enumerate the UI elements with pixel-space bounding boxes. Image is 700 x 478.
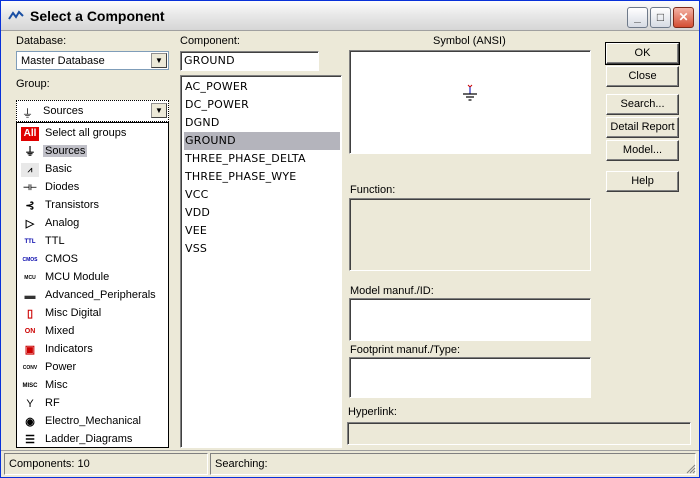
list-item[interactable]: VCC <box>184 186 340 204</box>
component-input[interactable]: GROUND <box>180 51 319 71</box>
cmos-icon: CMOS <box>22 257 38 263</box>
group-item-transistors[interactable]: ⊰ Transistors <box>17 197 167 215</box>
database-value: Master Database <box>21 55 105 67</box>
group-item-cmos[interactable]: CMOS CMOS <box>17 251 167 269</box>
function-field <box>349 198 591 271</box>
group-select[interactable]: ⏚ Sources ▼ <box>16 100 169 122</box>
group-item-mixed[interactable]: ON Mixed <box>17 323 167 341</box>
symbol-label: Symbol (ANSI) <box>433 35 506 47</box>
mcu-icon: MCU <box>24 275 36 281</box>
relay-icon: ◉ <box>25 416 35 428</box>
search-button[interactable]: Search... <box>606 94 679 115</box>
searching-field: Searching: <box>210 453 696 475</box>
group-value: Sources <box>43 105 84 117</box>
transistor-icon: ⊰ <box>25 200 35 212</box>
component-list[interactable]: AC_POWER DC_POWER DGND GROUND THREE_PHAS… <box>180 75 342 448</box>
hyperlink-field[interactable] <box>347 422 691 445</box>
list-item[interactable]: VEE <box>184 222 340 240</box>
ok-button[interactable]: OK <box>605 42 680 65</box>
footprint-label: Footprint manuf./Type: <box>350 344 461 356</box>
all-groups-icon: All <box>21 127 39 141</box>
group-item-ladder-diagrams[interactable]: ☰ Ladder_Diagrams <box>17 431 167 449</box>
group-item-indicators[interactable]: ▣ Indicators <box>17 341 167 359</box>
model-button[interactable]: Model... <box>606 140 679 161</box>
components-count: Components: 10 <box>9 458 90 470</box>
sources-icon: ⏚ <box>22 108 33 120</box>
group-item-analog[interactable]: ▷ Analog <box>17 215 167 233</box>
group-item-electro-mechanical[interactable]: ◉ Electro_Mechanical <box>17 413 167 431</box>
group-dropdown-list: All Select all groups ⏚ Sources ⩘ Basic … <box>16 122 169 448</box>
database-label: Database: <box>16 35 67 47</box>
component-input-value: GROUND <box>184 54 235 67</box>
help-button[interactable]: Help <box>606 171 679 192</box>
group-label: Group: <box>16 78 50 90</box>
sources-icon: ⏚ <box>24 146 36 158</box>
power-icon: CONV <box>22 365 38 371</box>
title-bar[interactable]: Select a Component _ □ ✕ <box>1 1 699 31</box>
misc-digital-icon: ▯ <box>26 308 34 320</box>
resistor-icon: ⩘ <box>21 163 39 177</box>
list-item[interactable]: DC_POWER <box>184 96 340 114</box>
symbol-preview <box>349 50 591 154</box>
model-label: Model manuf./ID: <box>350 285 434 297</box>
list-item[interactable]: VDD <box>184 204 340 222</box>
opamp-icon: ▷ <box>25 218 35 230</box>
diode-icon: ⊣⊢ <box>23 183 37 192</box>
peripheral-icon: ▬ <box>24 290 36 302</box>
group-item-select-all[interactable]: All Select all groups <box>17 125 167 143</box>
group-item-basic[interactable]: ⩘ Basic <box>17 161 167 179</box>
database-select[interactable]: Master Database ▼ <box>16 51 169 70</box>
group-item-rf[interactable]: Y RF <box>17 395 167 413</box>
list-item[interactable]: THREE_PHASE_WYE <box>184 168 340 186</box>
component-label: Component: <box>180 35 240 47</box>
list-item-selected[interactable]: GROUND <box>184 132 340 150</box>
minimize-icon: _ <box>634 10 641 24</box>
group-item-ttl[interactable]: TTL TTL <box>17 233 167 251</box>
misc-icon: MISC <box>22 383 38 389</box>
group-item-advanced-peripherals[interactable]: ▬ Advanced_Peripherals <box>17 287 167 305</box>
group-item-sources[interactable]: ⏚ Sources <box>17 143 167 161</box>
minimize-button[interactable]: _ <box>627 7 648 28</box>
chevron-down-icon[interactable]: ▼ <box>151 53 167 68</box>
list-item[interactable]: VSS <box>184 240 340 258</box>
components-count-field: Components: 10 <box>4 453 208 475</box>
antenna-icon: Y <box>26 398 34 410</box>
hyperlink-label: Hyperlink: <box>348 406 397 418</box>
group-item-diodes[interactable]: ⊣⊢ Diodes <box>17 179 167 197</box>
indicator-icon: ▣ <box>24 344 36 356</box>
group-item-misc-digital[interactable]: ▯ Misc Digital <box>17 305 167 323</box>
resize-grip-icon[interactable] <box>685 463 696 474</box>
footprint-field <box>349 357 591 398</box>
group-item-mcu-module[interactable]: MCU MCU Module <box>17 269 167 287</box>
list-item[interactable]: AC_POWER <box>184 78 340 96</box>
window-title: Select a Component <box>30 8 165 24</box>
group-item-power[interactable]: CONV Power <box>17 359 167 377</box>
maximize-button[interactable]: □ <box>650 7 671 28</box>
select-component-dialog: Select a Component _ □ ✕ Database: Maste… <box>0 0 700 478</box>
list-item[interactable]: THREE_PHASE_DELTA <box>184 150 340 168</box>
ground-symbol-icon <box>463 84 477 101</box>
model-field <box>349 298 591 341</box>
app-icon <box>8 10 24 20</box>
group-item-misc[interactable]: MISC Misc <box>17 377 167 395</box>
close-button[interactable]: Close <box>606 66 679 87</box>
chevron-down-icon[interactable]: ▼ <box>151 103 167 118</box>
ttl-icon: TTL <box>24 239 36 245</box>
ladder-icon: ☰ <box>25 434 35 446</box>
close-window-button[interactable]: ✕ <box>673 7 694 28</box>
detail-report-button[interactable]: Detail Report <box>606 117 679 138</box>
mixed-icon: ON <box>24 328 36 335</box>
searching-status: Searching: <box>215 458 268 470</box>
status-bar: Components: 10 Searching: <box>1 450 699 477</box>
list-item[interactable]: DGND <box>184 114 340 132</box>
maximize-icon: □ <box>656 10 665 24</box>
close-icon: ✕ <box>678 10 689 24</box>
function-label: Function: <box>350 184 396 196</box>
